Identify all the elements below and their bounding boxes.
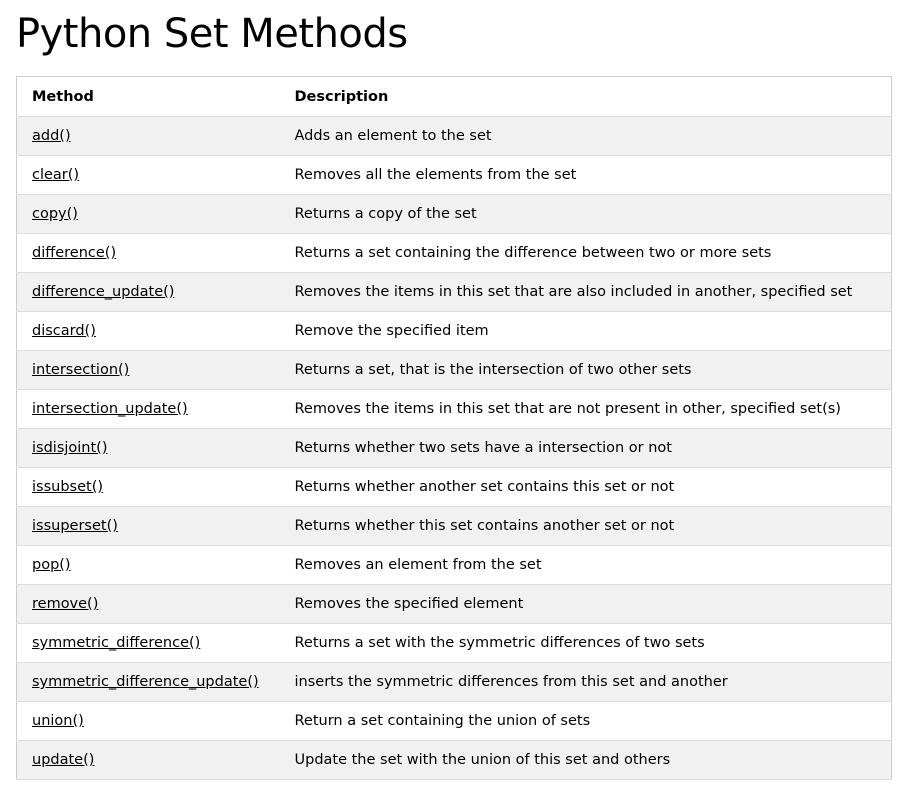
method-cell: symmetric_difference() xyxy=(17,624,280,663)
description-cell: Returns whether two sets have a intersec… xyxy=(294,440,672,456)
method-link[interactable]: update() xyxy=(32,752,94,768)
table-row: union() Return a set containing the unio… xyxy=(16,701,892,741)
method-link[interactable]: remove() xyxy=(32,596,98,612)
description-cell: Returns whether this set contains anothe… xyxy=(294,518,675,534)
method-link[interactable]: copy() xyxy=(32,206,78,222)
method-link[interactable]: add() xyxy=(32,128,71,144)
description-cell: Removes an element from the set xyxy=(294,557,542,573)
table-body: add() Adds an element to the set clear()… xyxy=(16,116,892,780)
method-cell: pop() xyxy=(17,546,280,585)
method-link[interactable]: symmetric_difference() xyxy=(32,635,200,651)
table-row: intersection_update() Removes the items … xyxy=(16,389,892,429)
description-cell: Removes the specified element xyxy=(294,596,524,612)
method-cell: copy() xyxy=(17,195,280,234)
set-methods-table: Method Description add() Adds an element… xyxy=(16,76,892,780)
method-cell: update() xyxy=(17,741,280,780)
method-link[interactable]: difference_update() xyxy=(32,284,174,300)
description-cell: inserts the symmetric differences from t… xyxy=(294,674,728,690)
description-cell: Returns a set containing the difference … xyxy=(294,245,772,261)
page-title: Python Set Methods xyxy=(16,11,408,57)
method-cell: difference_update() xyxy=(17,273,280,312)
method-cell: isdisjoint() xyxy=(17,429,280,468)
method-link[interactable]: intersection() xyxy=(32,362,129,378)
description-cell: Removes all the elements from the set xyxy=(294,167,577,183)
table-row: isdisjoint() Returns whether two sets ha… xyxy=(16,428,892,468)
method-cell: add() xyxy=(17,117,280,156)
description-cell: Remove the specified item xyxy=(294,323,489,339)
method-link[interactable]: discard() xyxy=(32,323,96,339)
description-cell: Adds an element to the set xyxy=(294,128,492,144)
method-cell: issuperset() xyxy=(17,507,280,546)
table-row: intersection() Returns a set, that is th… xyxy=(16,350,892,390)
method-cell: intersection() xyxy=(17,351,280,390)
method-cell: union() xyxy=(17,702,280,741)
table-row: difference() Returns a set containing th… xyxy=(16,233,892,273)
description-cell: Update the set with the union of this se… xyxy=(294,752,671,768)
method-link[interactable]: clear() xyxy=(32,167,79,183)
method-cell: symmetric_difference_update() xyxy=(17,663,280,702)
method-link[interactable]: union() xyxy=(32,713,84,729)
table-row: difference_update() Removes the items in… xyxy=(16,272,892,312)
table-row: copy() Returns a copy of the set xyxy=(16,194,892,234)
table-row: add() Adds an element to the set xyxy=(16,116,892,156)
description-column-header: Description xyxy=(294,88,389,105)
description-cell: Returns whether another set contains thi… xyxy=(294,479,675,495)
method-cell: remove() xyxy=(17,585,280,624)
method-link[interactable]: issubset() xyxy=(32,479,103,495)
table-row: remove() Removes the specified element xyxy=(16,584,892,624)
method-cell: difference() xyxy=(17,234,280,273)
method-column-header: Method xyxy=(32,88,94,105)
description-cell: Removes the items in this set that are a… xyxy=(294,284,853,300)
description-cell: Returns a set, that is the intersection … xyxy=(294,362,692,378)
method-cell: intersection_update() xyxy=(17,390,280,429)
table-row: clear() Removes all the elements from th… xyxy=(16,155,892,195)
table-row: symmetric_difference_update() inserts th… xyxy=(16,662,892,702)
description-cell: Returns a copy of the set xyxy=(294,206,477,222)
page-content: Python Set Methods Method Description ad… xyxy=(16,0,892,780)
method-link[interactable]: issuperset() xyxy=(32,518,118,534)
table-row: symmetric_difference() Returns a set wit… xyxy=(16,623,892,663)
method-cell: discard() xyxy=(17,312,280,351)
method-link[interactable]: difference() xyxy=(32,245,116,261)
method-link[interactable]: isdisjoint() xyxy=(32,440,108,456)
description-cell: Removes the items in this set that are n… xyxy=(294,401,841,417)
method-cell: issubset() xyxy=(17,468,280,507)
table-row: discard() Remove the specified item xyxy=(16,311,892,351)
table-row: pop() Removes an element from the set xyxy=(16,545,892,585)
table-row: update() Update the set with the union o… xyxy=(16,740,892,780)
method-link[interactable]: intersection_update() xyxy=(32,401,188,417)
method-cell: clear() xyxy=(17,156,280,195)
table-row: issuperset() Returns whether this set co… xyxy=(16,506,892,546)
table-header-row: Method Description xyxy=(16,77,892,117)
description-cell: Return a set containing the union of set… xyxy=(294,713,591,729)
method-link[interactable]: symmetric_difference_update() xyxy=(32,674,259,690)
description-cell: Returns a set with the symmetric differe… xyxy=(294,635,705,651)
method-link[interactable]: pop() xyxy=(32,557,71,573)
table-row: issubset() Returns whether another set c… xyxy=(16,467,892,507)
